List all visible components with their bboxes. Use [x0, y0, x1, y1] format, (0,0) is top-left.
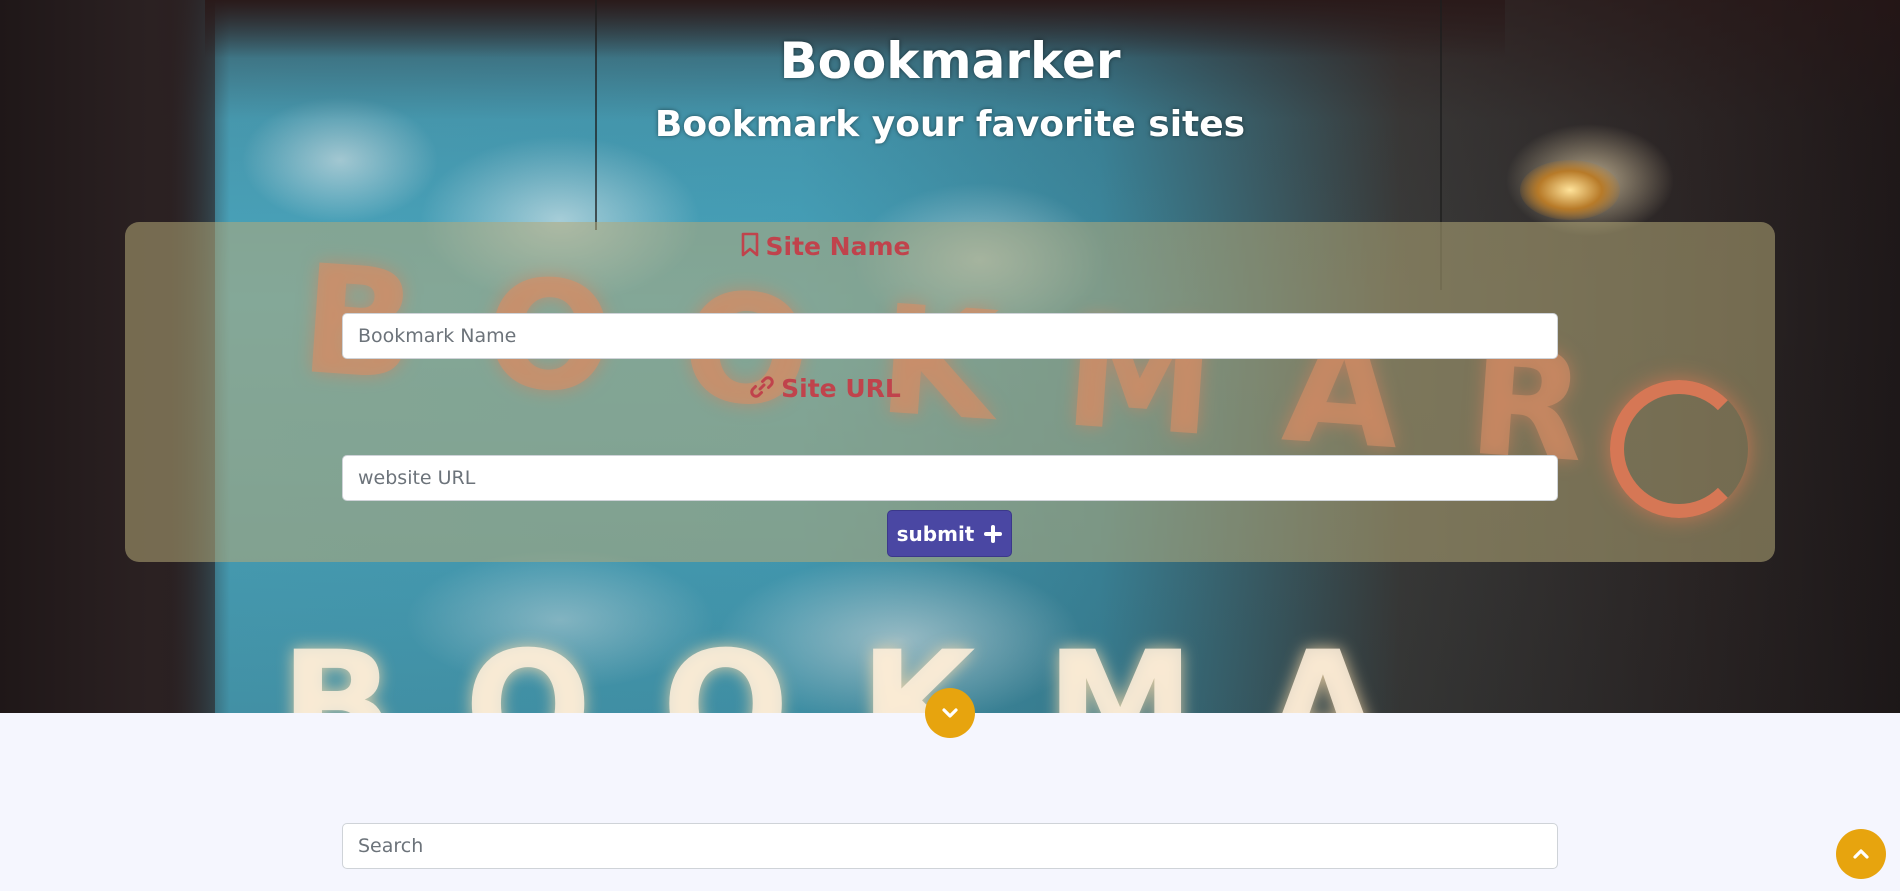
page-title: Bookmarker	[779, 32, 1121, 90]
bookmark-icon	[740, 232, 760, 264]
page-subtitle: Bookmark your favorite sites	[654, 104, 1246, 145]
submit-button[interactable]: submit	[887, 510, 1012, 557]
site-name-label: Site Name	[765, 232, 911, 261]
back-to-top-button[interactable]	[1836, 829, 1886, 879]
site-name-heading: Site Name	[0, 232, 1650, 264]
background-lamp	[1520, 160, 1620, 220]
search-input[interactable]	[342, 823, 1558, 869]
website-url-input[interactable]	[342, 455, 1558, 501]
scroll-down-button[interactable]	[925, 688, 975, 738]
bookmark-name-input[interactable]	[342, 313, 1558, 359]
site-url-label: Site URL	[781, 374, 901, 403]
link-icon	[749, 374, 775, 406]
chevron-up-icon	[1853, 849, 1869, 859]
site-url-heading: Site URL	[0, 374, 1650, 406]
submit-label: submit	[896, 521, 975, 546]
chevron-down-icon	[942, 708, 958, 718]
plus-icon	[984, 524, 1003, 543]
background-neon-sign: BOOKMA	[280, 620, 1451, 713]
